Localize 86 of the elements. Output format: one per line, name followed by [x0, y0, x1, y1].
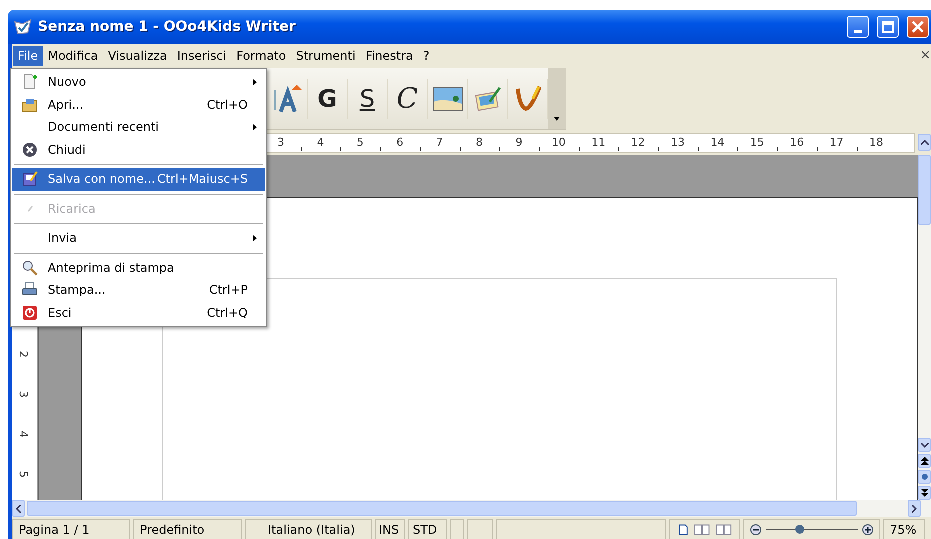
- maximize-button[interactable]: [877, 16, 899, 38]
- ruler-number: 14: [710, 136, 725, 148]
- ruler-number: 9: [516, 136, 523, 148]
- folder-icon: [22, 96, 38, 113]
- menu-title[interactable]: File: [13, 46, 44, 66]
- menu-item[interactable]: Stampa... Ctrl+P: [12, 279, 265, 302]
- menu-title[interactable]: Formato: [232, 46, 292, 66]
- window-title: Senza nome 1 - OOo4Kids Writer: [38, 19, 297, 35]
- save-icon: [22, 171, 38, 188]
- menu-item[interactable]: Nuovo: [12, 71, 265, 94]
- ruler-number: 12: [631, 136, 646, 148]
- insert-mode: INS: [375, 519, 405, 539]
- ruler-number: 15: [750, 136, 764, 148]
- menu-title[interactable]: Inserisci: [172, 46, 232, 66]
- status-field: [450, 519, 464, 539]
- close-button[interactable]: [907, 16, 929, 38]
- scroll-down-button[interactable]: [918, 438, 931, 452]
- reload-icon: [28, 206, 32, 212]
- ruler-number: 13: [671, 136, 685, 148]
- dot-icon: [920, 473, 928, 481]
- status-field: [467, 519, 493, 539]
- document-close-button[interactable]: ×: [920, 48, 931, 63]
- zoom-in-icon: [862, 524, 873, 536]
- ruler-number: 4: [317, 136, 324, 148]
- ruler-number: 18: [870, 136, 884, 148]
- scroll-thumb[interactable]: [27, 501, 857, 516]
- menu-title[interactable]: Visualizza: [103, 46, 172, 66]
- zoom-level: 75%: [883, 519, 925, 539]
- picture-pencil-icon: [474, 86, 502, 112]
- landscape-icon: [432, 86, 462, 110]
- maximize-icon: [882, 21, 894, 33]
- next-page-button[interactable]: [918, 486, 931, 500]
- ruler-number: 8: [476, 136, 483, 148]
- underline-button[interactable]: S: [348, 78, 388, 118]
- menu-item[interactable]: Documenti recenti: [12, 116, 265, 138]
- menu-item[interactable]: Esci Ctrl+Q: [12, 302, 265, 324]
- menu-title[interactable]: ?: [418, 46, 435, 66]
- scroll-left-button[interactable]: [12, 500, 25, 517]
- navigator-button[interactable]: [918, 470, 931, 484]
- menu-item[interactable]: Chiudi: [12, 138, 265, 161]
- page-indicator: Pagina 1 / 1: [12, 519, 130, 539]
- menu-item[interactable]: Apri... Ctrl+O: [12, 94, 265, 116]
- selection-mode: STD: [408, 519, 447, 539]
- menu-item[interactable]: Invia: [12, 227, 265, 250]
- menu-item[interactable]: Anteprima di stampa: [12, 256, 265, 279]
- caret-icon: [554, 117, 560, 121]
- zoom-out-icon: [750, 524, 762, 536]
- new-document-icon: [22, 74, 38, 90]
- previous-page-button[interactable]: [918, 454, 931, 468]
- ruler-number: 10: [552, 136, 566, 148]
- ruler-number: 4: [17, 431, 30, 438]
- bold-button[interactable]: G: [308, 78, 348, 118]
- ruler-number: 7: [436, 136, 444, 148]
- ruler-number: 5: [356, 136, 364, 148]
- zoom-slider[interactable]: [766, 525, 858, 534]
- menu-title[interactable]: Modifica: [43, 46, 104, 66]
- scroll-up-button[interactable]: [918, 134, 931, 151]
- scroll-thumb[interactable]: [918, 155, 931, 225]
- ruler-number: 17: [830, 136, 844, 148]
- ruler-number: 3: [278, 136, 284, 148]
- ruler-number: 6: [396, 136, 404, 148]
- printer-icon: [22, 282, 38, 298]
- magnifier-icon: [22, 260, 38, 276]
- menu-title[interactable]: Strumenti: [291, 46, 361, 66]
- double-down-arrow-icon: [920, 489, 928, 497]
- double-up-arrow-icon: [920, 457, 928, 465]
- slider-thumb[interactable]: [796, 525, 805, 534]
- ruler-number: 5: [17, 471, 30, 478]
- italic-button[interactable]: C: [388, 78, 428, 118]
- fontwork-icon: [272, 84, 302, 114]
- page-style: Predefinito: [133, 519, 242, 539]
- ruler-number: 2: [17, 351, 30, 358]
- menu-item[interactable]: Salva con nome... Ctrl+Maiusc+S: [12, 168, 265, 190]
- ruler-number: 3: [17, 391, 30, 398]
- menu-title[interactable]: Finestra: [360, 46, 418, 66]
- brush-icon: [514, 84, 540, 112]
- close-icon: [22, 142, 38, 158]
- minimize-icon: [854, 30, 862, 32]
- ruler-number: 11: [592, 136, 606, 148]
- scroll-right-button[interactable]: [908, 500, 921, 517]
- language: Italiano (Italia): [245, 519, 372, 539]
- ruler-number: 16: [790, 136, 804, 148]
- minimize-button[interactable]: [847, 16, 869, 38]
- close-icon: [912, 21, 924, 33]
- exit-icon: [22, 304, 38, 321]
- app-icon: [14, 19, 32, 35]
